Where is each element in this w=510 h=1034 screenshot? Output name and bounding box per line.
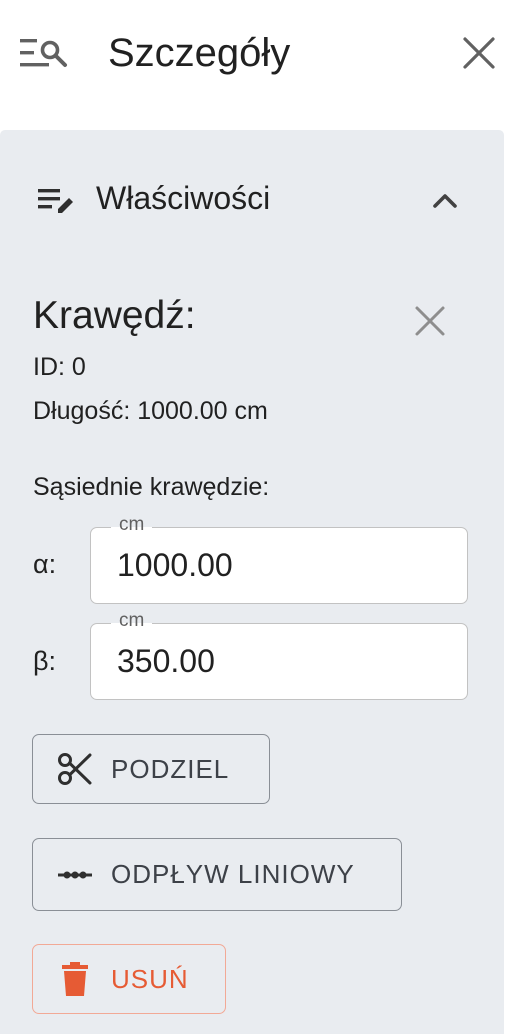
- linear-drain-button-label: ODPŁYW LINIOWY: [111, 859, 355, 889]
- linear-drain-button[interactable]: ODPŁYW LINIOWY: [32, 838, 402, 911]
- scissors-icon: [58, 753, 92, 785]
- alpha-unit-label: cm: [111, 513, 153, 537]
- alpha-label: α:: [33, 549, 57, 579]
- details-header: Szczegóły: [0, 0, 510, 105]
- close-details-button[interactable]: [458, 32, 500, 74]
- close-icon: [463, 37, 495, 69]
- chevron-up-icon[interactable]: [430, 186, 460, 216]
- alpha-input[interactable]: [117, 544, 447, 586]
- edge-title: Krawędź:: [33, 294, 196, 337]
- properties-accordion-header[interactable]: Właściwości: [0, 130, 504, 262]
- alpha-field[interactable]: cm: [90, 513, 468, 604]
- properties-panel: Właściwości Krawędź: ID: 0 Długość: 1000…: [0, 130, 504, 1034]
- beta-label: β:: [33, 646, 57, 676]
- split-button-label: PODZIEL: [111, 753, 230, 784]
- close-icon[interactable]: [411, 302, 449, 340]
- trash-icon: [62, 962, 88, 996]
- page-title: Szczegóły: [108, 31, 291, 75]
- delete-button[interactable]: USUŃ: [32, 944, 226, 1014]
- accordion-title: Właściwości: [96, 180, 271, 216]
- search-list-icon: [20, 39, 67, 67]
- beta-field[interactable]: cm: [90, 609, 468, 700]
- edge-id: ID: 0: [33, 353, 86, 381]
- edge-length: Długość: 1000.00 cm: [33, 397, 268, 425]
- neighbors-label: Sąsiednie krawędzie:: [33, 473, 270, 501]
- split-button[interactable]: PODZIEL: [32, 734, 270, 804]
- beta-unit-label: cm: [111, 609, 153, 633]
- edit-list-icon: [38, 189, 73, 213]
- beta-input[interactable]: [117, 640, 447, 682]
- delete-button-label: USUŃ: [111, 963, 189, 994]
- dotted-line-icon: [58, 871, 92, 878]
